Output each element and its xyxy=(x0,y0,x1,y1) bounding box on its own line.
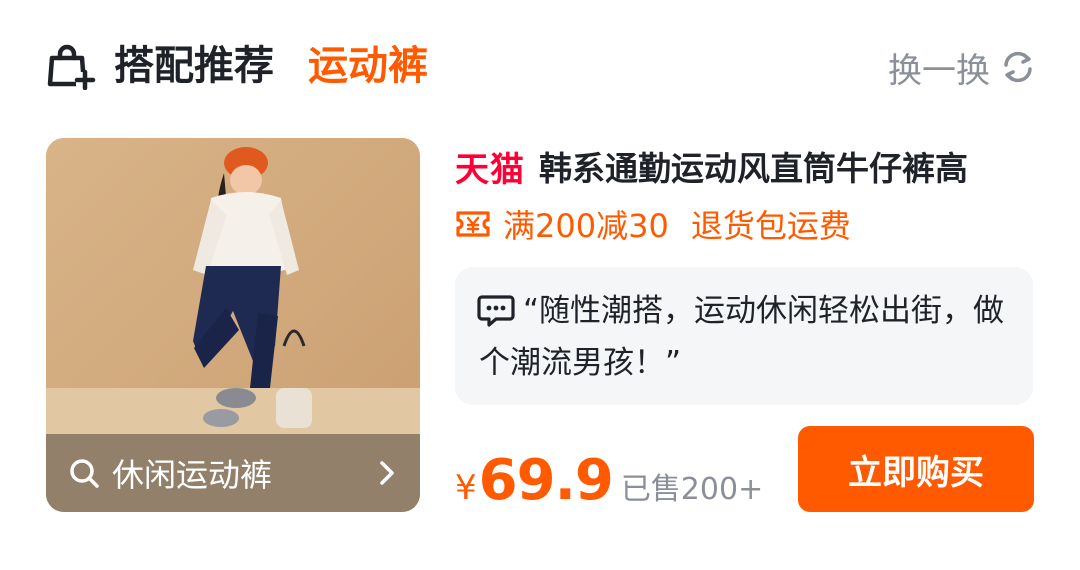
image-search-label: 休闲运动裤 xyxy=(112,456,273,494)
promo-free-return: 退货包运费 xyxy=(690,207,851,245)
refresh-button[interactable]: 换一换 xyxy=(888,42,1036,92)
price-row: ¥ 69.9 已售200+ xyxy=(455,448,764,513)
coupon-icon xyxy=(456,211,490,237)
refresh-label: 换一换 xyxy=(888,50,990,91)
buy-now-button[interactable]: 立即购买 xyxy=(798,426,1034,512)
review-quote: “随性潮搭，运动休闲轻松出街，做个潮流男孩！” xyxy=(479,293,1005,381)
recommend-header: 搭配推荐 运动裤 换一换 xyxy=(46,36,1036,98)
tmall-logo: 天猫 xyxy=(455,149,525,190)
shopping-bag-plus-icon xyxy=(47,44,96,90)
sold-count: 已售200+ xyxy=(620,472,764,507)
search-icon xyxy=(70,459,99,488)
image-search-bar[interactable]: 休闲运动裤 xyxy=(46,434,420,512)
currency-symbol: ¥ xyxy=(455,468,477,508)
chevron-right-icon xyxy=(380,461,394,485)
review-quote-box: “随性潮搭，运动休闲轻松出街，做个潮流男孩！” xyxy=(455,267,1033,405)
product-title-row[interactable]: 天猫 韩系通勤运动风直筒牛仔裤高 xyxy=(455,142,1045,190)
product-title: 韩系通勤运动风直筒牛仔裤高 xyxy=(539,149,968,188)
section-category-tag: 运动裤 xyxy=(308,43,428,89)
refresh-icon xyxy=(1004,51,1032,83)
promo-discount: 满200减30 xyxy=(503,207,669,245)
section-title: 搭配推荐 xyxy=(114,43,274,89)
promo-row: 满200减30 退货包运费 xyxy=(455,200,851,248)
product-image[interactable]: 休闲运动裤 xyxy=(46,138,420,512)
price: 69.9 xyxy=(478,448,614,513)
